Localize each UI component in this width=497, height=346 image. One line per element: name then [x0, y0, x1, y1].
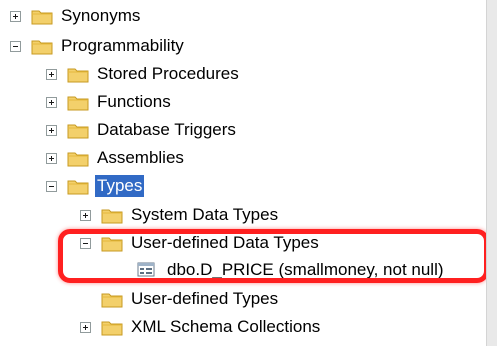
tree-node-user-defined-data-types[interactable]: User-defined Data Types	[80, 231, 321, 255]
folder-icon	[101, 207, 123, 224]
folder-icon	[101, 319, 123, 336]
tree-node-user-defined-types[interactable]: User-defined Types	[101, 287, 280, 311]
folder-icon	[101, 291, 123, 308]
vertical-scrollbar[interactable]	[486, 0, 497, 346]
tree-node-label: XML Schema Collections	[131, 317, 321, 336]
folder-icon	[67, 122, 89, 139]
expand-plus-icon[interactable]	[46, 152, 57, 164]
folder-icon	[67, 66, 89, 83]
tree-node-synonyms[interactable]: Synonyms	[10, 4, 142, 28]
tree-node-system-data-types[interactable]: System Data Types	[80, 203, 280, 227]
folder-icon	[67, 178, 89, 195]
tree-node-label: System Data Types	[131, 205, 279, 224]
expand-plus-icon[interactable]	[80, 321, 91, 333]
folder-icon	[67, 94, 89, 111]
tree-node-label: Stored Procedures	[97, 64, 239, 83]
expand-plus-icon[interactable]	[46, 124, 57, 136]
tree-node-label: Database Triggers	[97, 120, 236, 139]
tree-node-stored-procedures[interactable]: Stored Procedures	[46, 62, 241, 86]
tree-node-label: Functions	[97, 92, 171, 111]
object-explorer-tree: Synonyms Programmability Stored Procedur…	[0, 0, 497, 346]
tree-node-functions[interactable]: Functions	[46, 90, 173, 114]
tree-node-database-triggers[interactable]: Database Triggers	[46, 118, 238, 142]
tree-node-label: Assemblies	[97, 148, 184, 167]
tree-node-label: Programmability	[61, 36, 184, 55]
collapse-minus-icon[interactable]	[46, 180, 57, 192]
folder-icon	[101, 235, 123, 252]
tree-node-label: User-defined Types	[131, 289, 279, 308]
tree-node-label: Synonyms	[61, 6, 141, 25]
tree-node-programmability[interactable]: Programmability	[10, 34, 186, 58]
folder-icon	[67, 150, 89, 167]
user-defined-data-type-icon	[137, 261, 157, 279]
tree-node-label: User-defined Data Types	[131, 233, 319, 252]
tree-node-xml-schema-collections[interactable]: XML Schema Collections	[80, 315, 322, 339]
tree-node-dbo-d-price[interactable]: dbo.D_PRICE (smallmoney, not null)	[137, 258, 446, 282]
expand-plus-icon[interactable]	[10, 10, 21, 22]
tree-node-assemblies[interactable]: Assemblies	[46, 146, 186, 170]
folder-icon	[31, 38, 53, 55]
tree-node-label-selected: Types	[95, 175, 145, 197]
expand-plus-icon[interactable]	[80, 209, 91, 221]
collapse-minus-icon[interactable]	[80, 237, 91, 249]
expand-plus-icon[interactable]	[46, 68, 57, 80]
tree-node-types[interactable]: Types	[46, 174, 145, 198]
tree-node-label: dbo.D_PRICE (smallmoney, not null)	[167, 260, 444, 279]
collapse-minus-icon[interactable]	[10, 40, 21, 52]
expand-plus-icon[interactable]	[46, 96, 57, 108]
folder-icon	[31, 8, 53, 25]
